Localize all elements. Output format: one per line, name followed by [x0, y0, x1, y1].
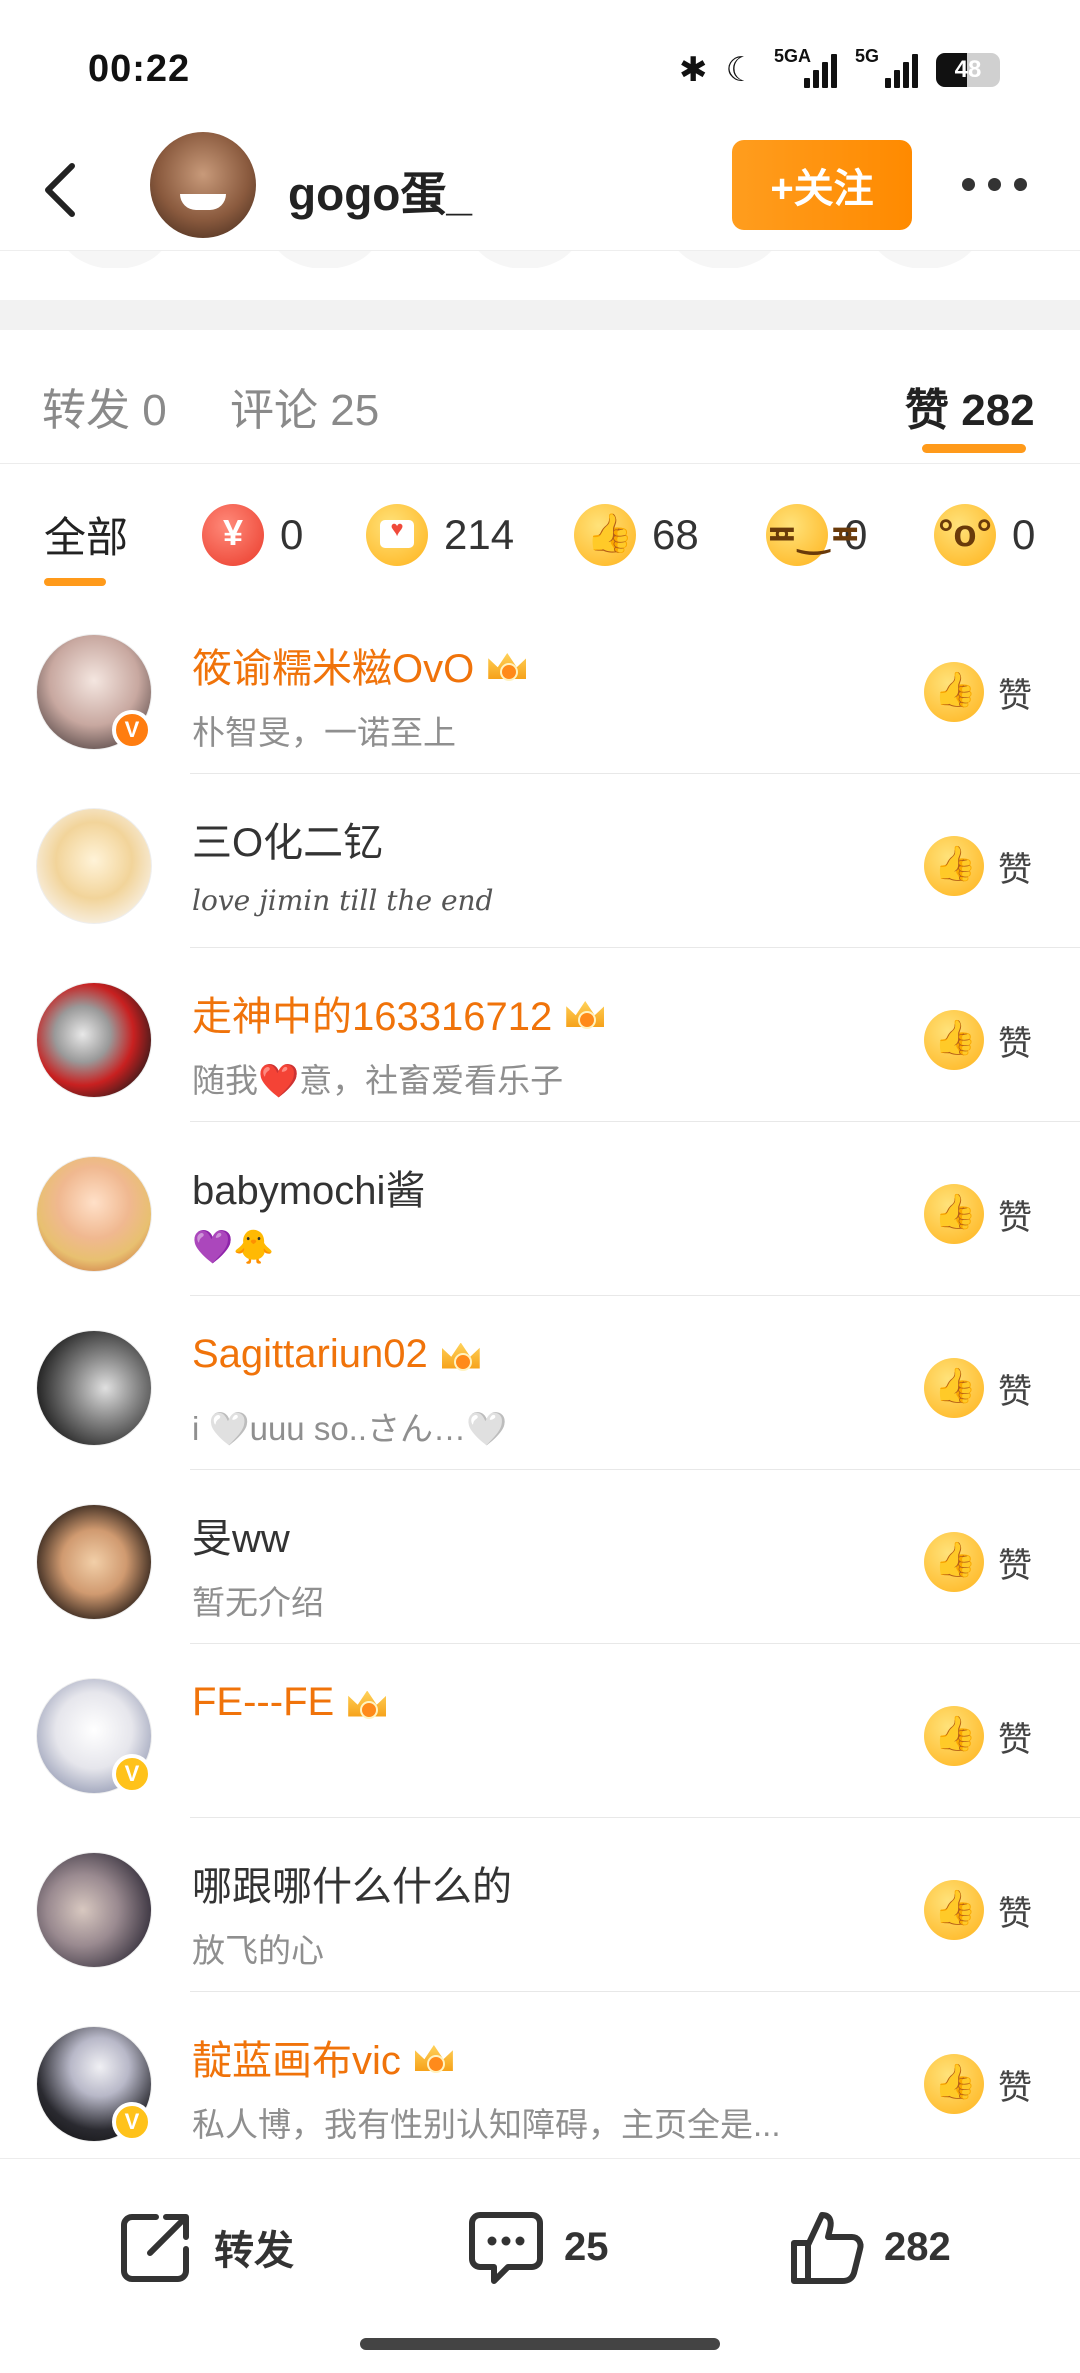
list-item[interactable]: 哪跟哪什么什么的 放飞的心 赞: [0, 1818, 1080, 1992]
like-button[interactable]: 赞: [924, 1880, 1032, 1940]
user-avatar[interactable]: [36, 1330, 152, 1446]
user-name[interactable]: Sagittariun02: [192, 1332, 484, 1377]
like-button[interactable]: 赞: [924, 1358, 1032, 1418]
like-action-button[interactable]: 282: [786, 2207, 951, 2287]
user-avatar[interactable]: [36, 808, 152, 924]
thumbs-up-icon: [924, 1706, 984, 1766]
user-avatar[interactable]: [36, 982, 152, 1098]
author-avatar[interactable]: [150, 132, 256, 238]
user-bio: love jimin till the end: [192, 884, 494, 917]
list-item[interactable]: Sagittariun02 i 🤍uuu so..さん…🤍 赞: [0, 1296, 1080, 1470]
content-peek: [0, 250, 1080, 268]
section-divider: [0, 300, 1080, 330]
like-button[interactable]: 赞: [924, 1706, 1032, 1766]
signal-icon: 5GA: [774, 46, 837, 88]
author-name[interactable]: gogo蛋_: [288, 158, 472, 224]
vip-crown-icon: [411, 2037, 457, 2077]
filter-heart[interactable]: 214: [366, 504, 514, 566]
list-item[interactable]: V 靛蓝画布vic 私人博，我有性别认知障碍，主页全是... 赞: [0, 1992, 1080, 2166]
list-item[interactable]: 走神中的163316712 随我❤️意，社畜爱看乐子 赞: [0, 948, 1080, 1122]
like-user-list: V 筱谕糯米糍OvO 朴智旻，一诺至上 赞 三O化二钇 love jimin t…: [0, 600, 1080, 2166]
reward-icon: [202, 504, 264, 566]
verified-badge-icon: V: [112, 710, 152, 750]
thumbs-up-icon: [924, 2054, 984, 2114]
user-name[interactable]: FE---FE: [192, 1680, 390, 1725]
thumbs-up-icon: [924, 662, 984, 722]
vip-crown-icon: [344, 1683, 390, 1723]
user-bio: 私人博，我有性别认知障碍，主页全是...: [192, 2106, 781, 2143]
list-item[interactable]: 旻ww 暂无介绍 赞: [0, 1470, 1080, 1644]
repost-button[interactable]: 转发: [116, 2207, 294, 2287]
follow-button[interactable]: +关注: [732, 140, 912, 230]
heart-card-icon: [366, 504, 428, 566]
like-button[interactable]: 赞: [924, 2054, 1032, 2114]
user-name[interactable]: 走神中的163316712: [192, 984, 608, 1042]
share-icon: [121, 2214, 189, 2282]
tab-repost[interactable]: 转发 0: [42, 374, 167, 438]
thumbs-up-icon: [924, 1184, 984, 1244]
user-bio: i 🤍uuu so..さん…🤍: [192, 1410, 508, 1447]
tab-indicator: [922, 444, 1026, 453]
verified-badge-icon: V: [112, 2102, 152, 2142]
thumbs-up-icon: [924, 1010, 984, 1070]
like-button[interactable]: 赞: [924, 662, 1032, 722]
verified-badge-icon: V: [112, 1754, 152, 1794]
tab-comment[interactable]: 评论 25: [230, 374, 379, 438]
moon-icon: ☾: [725, 51, 756, 89]
thumbs-up-icon: 👍: [574, 504, 636, 566]
comment-icon: [469, 2212, 543, 2284]
user-name[interactable]: 三O化二钇: [192, 810, 383, 868]
user-name[interactable]: 靛蓝画布vic: [192, 2028, 457, 2086]
status-bar: 00:22 ✱ ☾ 5GA 5G 48: [0, 0, 1080, 130]
header: gogo蛋_ +关注: [0, 130, 1080, 250]
vip-crown-icon: [484, 645, 530, 685]
more-icon[interactable]: [962, 178, 1027, 191]
bluetooth-icon: ✱: [679, 51, 708, 89]
list-item[interactable]: V 筱谕糯米糍OvO 朴智旻，一诺至上 赞: [0, 600, 1080, 774]
list-item[interactable]: babymochi酱 💜🐥 赞: [0, 1122, 1080, 1296]
like-button[interactable]: 赞: [924, 1184, 1032, 1244]
user-avatar[interactable]: [36, 1504, 152, 1620]
thumbs-up-outline-icon: [791, 2212, 864, 2284]
home-indicator[interactable]: [360, 2338, 720, 2350]
user-avatar[interactable]: [36, 1156, 152, 1272]
list-item[interactable]: 三O化二钇 love jimin till the end 赞: [0, 774, 1080, 948]
like-button[interactable]: 赞: [924, 1532, 1032, 1592]
user-name[interactable]: 旻ww: [192, 1506, 290, 1564]
filter-surprise[interactable]: °o° 0: [934, 504, 1035, 566]
user-avatar[interactable]: [36, 1852, 152, 1968]
filter-laugh[interactable]: ≖‿≖ 0: [766, 504, 867, 566]
user-name[interactable]: 哪跟哪什么什么的: [192, 1854, 512, 1912]
interaction-tabs: 转发 0 评论 25 赞 282: [0, 330, 1080, 464]
like-button[interactable]: 赞: [924, 836, 1032, 896]
filter-all[interactable]: 全部: [44, 504, 128, 565]
thumbs-up-icon: [924, 1880, 984, 1940]
filter-reward[interactable]: 0: [202, 504, 303, 566]
user-bio: 随我❤️意，社畜爱看乐子: [192, 1062, 564, 1099]
user-bio: 暂无介绍: [192, 1584, 324, 1621]
list-item[interactable]: V FE---FE 赞: [0, 1644, 1080, 1818]
reaction-filters: 全部 0 214 👍 68 ≖‿≖ 0 °o° 0: [0, 464, 1080, 600]
vip-crown-icon: [562, 993, 608, 1033]
back-arrow-icon[interactable]: [38, 160, 86, 220]
clock: 00:22: [88, 48, 191, 90]
user-bio: 💜🐥: [192, 1228, 275, 1265]
tab-like[interactable]: 赞 282: [905, 374, 1035, 438]
thumbs-up-icon: [924, 836, 984, 896]
comment-button[interactable]: 25: [466, 2207, 609, 2287]
like-button[interactable]: 赞: [924, 1010, 1032, 1070]
thumbs-up-icon: [924, 1358, 984, 1418]
user-name[interactable]: babymochi酱: [192, 1158, 425, 1216]
user-name[interactable]: 筱谕糯米糍OvO: [192, 636, 530, 694]
laugh-icon: ≖‿≖: [766, 504, 861, 566]
surprise-icon: °o°: [934, 504, 996, 566]
user-bio: 放飞的心: [192, 1932, 324, 1969]
vip-crown-icon: [438, 1335, 484, 1375]
signal-icon-2: 5G: [855, 46, 918, 88]
user-bio: 朴智旻，一诺至上: [192, 714, 456, 751]
thumbs-up-icon: [924, 1532, 984, 1592]
filter-thumb[interactable]: 👍 68: [574, 504, 699, 566]
battery-icon: 48: [936, 53, 1000, 87]
filter-indicator: [44, 578, 106, 586]
